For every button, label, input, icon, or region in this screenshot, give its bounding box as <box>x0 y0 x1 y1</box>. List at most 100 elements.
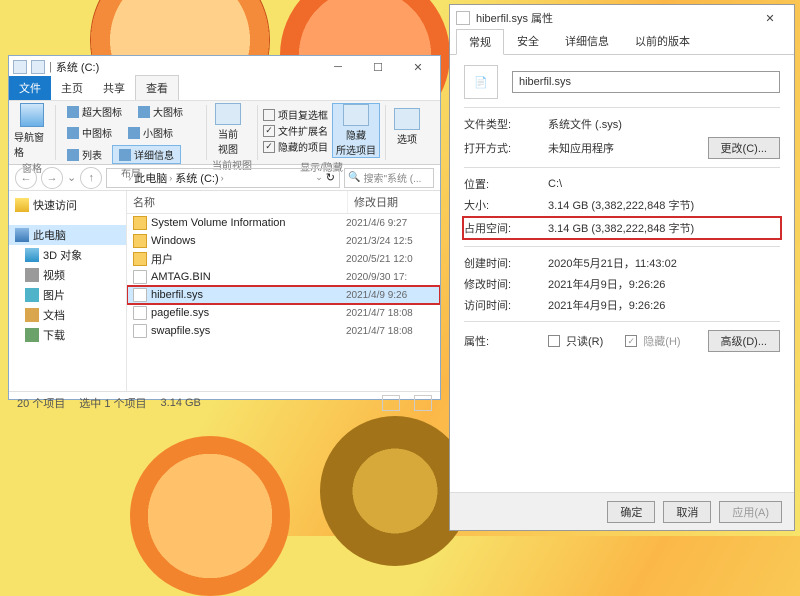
list-row[interactable]: hiberfil.sys2021/4/9 9:26 <box>127 286 440 304</box>
view-thumb-toggle[interactable] <box>414 395 432 411</box>
tab-home[interactable]: 主页 <box>51 76 93 100</box>
checkbox-readonly[interactable] <box>548 335 560 347</box>
tab-share[interactable]: 共享 <box>93 76 135 100</box>
maximize-button[interactable]: ☐ <box>360 58 396 76</box>
tab-previous-versions[interactable]: 以前的版本 <box>622 28 703 54</box>
ok-button[interactable]: 确定 <box>607 501 655 523</box>
bg-fruit <box>320 416 470 566</box>
list-row[interactable]: swapfile.sys2021/4/7 18:08 <box>127 322 440 340</box>
hide-selected-button[interactable]: 隐藏 所选项目 <box>332 103 380 158</box>
download-icon <box>25 328 39 342</box>
view-extralarge[interactable]: 超大图标 <box>61 103 128 120</box>
titlebar-divider: | <box>49 61 52 73</box>
tab-view[interactable]: 查看 <box>135 75 179 100</box>
change-button[interactable]: 更改(C)... <box>708 137 780 159</box>
explorer-window: | 系统 (C:) ─ ☐ ✕ 文件 主页 共享 查看 导航窗格 窗格 超大图标… <box>8 55 441 400</box>
tree-this-pc[interactable]: 此电脑 <box>9 225 126 245</box>
ribbon-tabs: 文件 主页 共享 查看 <box>9 78 440 100</box>
nav-pane-icon <box>20 103 44 127</box>
view-details-toggle[interactable] <box>382 395 400 411</box>
file-name: System Volume Information <box>151 217 346 229</box>
file-date: 2021/3/24 12:5 <box>346 236 438 247</box>
tree-videos[interactable]: 视频 <box>9 265 126 285</box>
current-view-button[interactable]: 当前 视图 <box>212 103 244 156</box>
file-name: swapfile.sys <box>151 325 346 337</box>
explorer-titlebar[interactable]: | 系统 (C:) ─ ☐ ✕ <box>9 56 440 78</box>
file-icon <box>133 288 147 302</box>
view-large[interactable]: 大图标 <box>132 103 189 120</box>
label-readonly: 只读(R) <box>566 333 603 349</box>
status-selected: 选中 1 个项目 <box>79 395 146 411</box>
folder-icon <box>13 60 27 74</box>
folder-icon <box>133 216 147 230</box>
refresh-button[interactable]: ↻ <box>326 171 335 184</box>
breadcrumb-segment[interactable]: 系统 (C:) › <box>175 170 223 186</box>
folder-icon <box>31 60 45 74</box>
checkbox-item-checkboxes[interactable]: 项目复选框 <box>263 107 328 122</box>
filename-input[interactable]: hiberfil.sys <box>512 71 780 93</box>
status-bar: 20 个项目 选中 1 个项目 3.14 GB <box>9 391 440 413</box>
file-name: 用户 <box>151 251 346 267</box>
history-dropdown[interactable]: ⌄ <box>67 171 76 184</box>
checkbox-hidden: ✓ <box>625 335 637 347</box>
tab-details[interactable]: 详细信息 <box>552 28 622 54</box>
file-icon <box>133 270 147 284</box>
view-list[interactable]: 列表 <box>61 146 108 163</box>
label-openswith: 打开方式: <box>464 140 548 156</box>
label-attrs: 属性: <box>464 333 548 349</box>
search-icon: 🔍 <box>348 172 360 183</box>
navigation-pane-button[interactable]: 导航窗格 <box>14 103 50 159</box>
label-disk: 占用空间: <box>464 220 548 236</box>
advanced-button[interactable]: 高级(D)... <box>708 330 780 352</box>
checkbox-hidden-items[interactable]: ✓隐藏的项目 <box>263 139 328 154</box>
tree-downloads[interactable]: 下载 <box>9 325 126 345</box>
current-view-icon <box>215 103 241 125</box>
close-button[interactable]: ✕ <box>400 58 436 76</box>
col-name[interactable]: 名称 <box>127 191 348 213</box>
value-disk: 3.14 GB (3,382,222,848 字节) <box>548 220 780 236</box>
back-button[interactable]: ← <box>15 167 37 189</box>
list-row[interactable]: pagefile.sys2021/4/7 18:08 <box>127 304 440 322</box>
file-name: AMTAG.BIN <box>151 271 346 283</box>
value-filetype: 系统文件 (.sys) <box>548 116 780 132</box>
breadcrumb-segment[interactable]: 此电脑 › <box>134 170 172 186</box>
tree-pictures[interactable]: 图片 <box>9 285 126 305</box>
forward-button[interactable]: → <box>41 167 63 189</box>
options-button[interactable]: 选项 <box>391 108 423 146</box>
tree-3d-objects[interactable]: 3D 对象 <box>9 245 126 265</box>
view-medium[interactable]: 中图标 <box>61 124 118 141</box>
list-row[interactable]: Windows2021/3/24 12:5 <box>127 232 440 250</box>
tree-documents[interactable]: 文档 <box>9 305 126 325</box>
file-date: 2020/5/21 12:0 <box>346 254 438 265</box>
label-size: 大小: <box>464 197 548 213</box>
tab-security[interactable]: 安全 <box>504 28 552 54</box>
minimize-button[interactable]: ─ <box>320 58 356 76</box>
search-input[interactable]: 🔍 搜索"系统 (... <box>344 168 434 188</box>
file-list: 名称 修改日期 System Volume Information2021/4/… <box>127 191 440 391</box>
video-icon <box>25 268 39 282</box>
col-date[interactable]: 修改日期 <box>348 191 440 213</box>
address-dropdown[interactable]: ⌄ <box>315 172 323 183</box>
tab-file[interactable]: 文件 <box>9 76 51 100</box>
bg-fruit <box>130 436 290 596</box>
up-button[interactable]: ↑ <box>80 167 102 189</box>
list-row[interactable]: AMTAG.BIN2020/9/30 17: <box>127 268 440 286</box>
search-placeholder: 搜索"系统 (... <box>363 170 421 185</box>
view-details[interactable]: 详细信息 <box>112 145 181 164</box>
list-header[interactable]: 名称 修改日期 <box>127 191 440 214</box>
tab-general[interactable]: 常规 <box>456 29 504 55</box>
file-date: 2021/4/9 9:26 <box>346 290 438 301</box>
cube-icon <box>25 248 39 262</box>
address-bar[interactable]: › 此电脑 › 系统 (C:) › ⌄ ↻ <box>106 168 340 188</box>
apply-button[interactable]: 应用(A) <box>719 501 782 523</box>
checkbox-file-ext[interactable]: ✓文件扩展名 <box>263 123 328 138</box>
list-row[interactable]: System Volume Information2021/4/6 9:27 <box>127 214 440 232</box>
status-count: 20 个项目 <box>17 395 65 411</box>
file-type-icon: 📄 <box>464 65 498 99</box>
value-openswith: 未知应用程序 <box>548 140 708 156</box>
list-row[interactable]: 用户2020/5/21 12:0 <box>127 250 440 268</box>
cancel-button[interactable]: 取消 <box>663 501 711 523</box>
close-button[interactable]: ✕ <box>752 7 788 29</box>
view-small[interactable]: 小图标 <box>122 124 179 141</box>
tree-quick-access[interactable]: 快速访问 <box>9 195 126 215</box>
